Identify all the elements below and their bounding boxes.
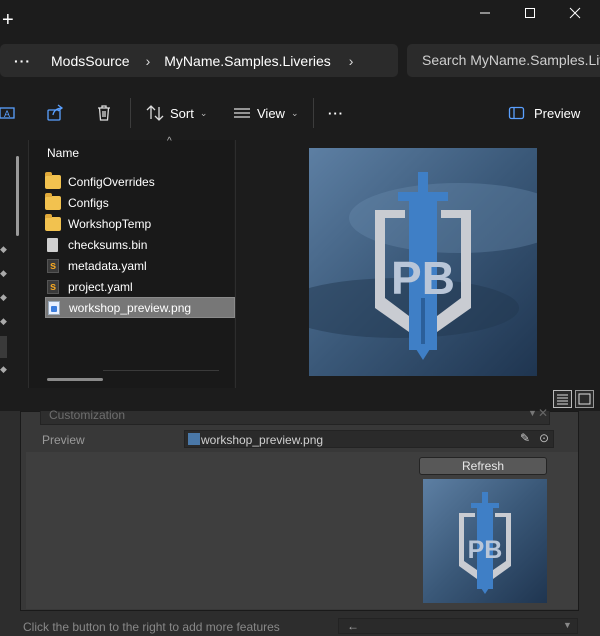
details-view-button[interactable] bbox=[553, 390, 572, 408]
title-bar: + bbox=[0, 0, 600, 40]
preview-pane-toggle[interactable]: Preview bbox=[508, 90, 580, 136]
list-item[interactable]: checksums.bin bbox=[45, 234, 235, 255]
list-item[interactable]: WorkshopTemp bbox=[45, 213, 235, 234]
remove-icon[interactable]: ✕ bbox=[538, 406, 548, 420]
bottom-bar: Click the button to the right to add mor… bbox=[0, 617, 600, 636]
preview-object-field[interactable]: workshop_preview.png ✎ ⊙ bbox=[184, 430, 554, 448]
chevron-right-icon[interactable]: › bbox=[349, 53, 354, 69]
breadcrumb-more-button[interactable]: ··· bbox=[14, 53, 31, 69]
nav-scrollbar-thumb[interactable] bbox=[16, 156, 19, 236]
share-icon bbox=[47, 104, 64, 121]
delete-button[interactable] bbox=[95, 90, 113, 136]
maximize-icon bbox=[525, 8, 535, 18]
view-icon bbox=[234, 108, 250, 118]
thumbnail-logo-text: PB bbox=[468, 536, 503, 564]
view-button[interactable]: View ⌄ bbox=[233, 90, 299, 136]
texture-icon bbox=[188, 433, 200, 445]
command-bar: A Sort ⌄ View ⌄ ··· Preview bbox=[0, 90, 600, 136]
share-button[interactable] bbox=[47, 90, 65, 136]
sort-label: Sort bbox=[170, 105, 194, 121]
sort-ascending-icon: ^ bbox=[167, 136, 172, 147]
pin-icon: ◆ bbox=[0, 268, 7, 278]
nav-item-selected[interactable] bbox=[0, 336, 7, 358]
list-item[interactable]: Configs bbox=[45, 192, 235, 213]
breadcrumb-modssource[interactable]: ModsSource bbox=[51, 53, 130, 69]
horizontal-scrollbar-thumb[interactable] bbox=[47, 378, 103, 381]
file-name: workshop_preview.png bbox=[69, 300, 192, 315]
image-file-icon bbox=[48, 300, 60, 315]
close-icon bbox=[569, 7, 581, 19]
dropdown-arrow-icon: ▼ bbox=[528, 408, 537, 418]
maximize-button[interactable] bbox=[507, 2, 553, 24]
chevron-down-icon: ⌄ bbox=[199, 107, 208, 118]
file-list: Name ^ ConfigOverrides Configs WorkshopT… bbox=[28, 136, 235, 388]
file-name: project.yaml bbox=[68, 279, 133, 294]
pin-icon: ◆ bbox=[0, 364, 7, 374]
list-item[interactable]: ConfigOverrides bbox=[45, 171, 235, 192]
preview-label: Preview bbox=[534, 105, 581, 121]
list-item[interactable]: s project.yaml bbox=[45, 276, 235, 297]
minimize-button[interactable] bbox=[462, 2, 508, 24]
rename-icon: A bbox=[0, 107, 15, 119]
chevron-right-icon[interactable]: › bbox=[146, 53, 151, 69]
add-feature-dropdown[interactable]: ← ▼ bbox=[338, 618, 578, 634]
yaml-file-icon: s bbox=[47, 279, 59, 294]
navigation-pane: ◆ ◆ ◆ ◆ ◆ bbox=[0, 140, 28, 388]
more-options-button[interactable]: ··· bbox=[328, 90, 344, 136]
column-header-name[interactable]: Name bbox=[47, 146, 79, 160]
tiles-view-button[interactable] bbox=[575, 390, 594, 408]
file-name: ConfigOverrides bbox=[68, 174, 155, 189]
toolbar-divider bbox=[313, 98, 314, 128]
close-button[interactable] bbox=[552, 2, 598, 24]
object-picker-icon[interactable]: ⊙ bbox=[539, 431, 549, 445]
preview-field-value: workshop_preview.png bbox=[201, 433, 324, 447]
list-item[interactable]: s metadata.yaml bbox=[45, 255, 235, 276]
breadcrumb-liveries[interactable]: MyName.Samples.Liveries bbox=[164, 53, 331, 69]
folder-icon bbox=[45, 171, 61, 189]
address-bar[interactable]: ··· ModsSource › MyName.Samples.Liveries… bbox=[0, 44, 398, 77]
svg-text:A: A bbox=[4, 109, 10, 119]
minimize-icon bbox=[480, 12, 490, 14]
sort-button[interactable]: Sort ⌄ bbox=[146, 90, 207, 136]
folder-icon bbox=[45, 213, 61, 231]
logo-text: PB bbox=[391, 252, 455, 304]
file-name: checksums.bin bbox=[68, 237, 148, 252]
new-tab-button[interactable]: + bbox=[2, 8, 14, 32]
dropdown-arrow-icon: ▼ bbox=[563, 620, 572, 630]
pin-icon: ◆ bbox=[0, 316, 7, 326]
file-icon bbox=[47, 237, 58, 252]
tiles-view-icon bbox=[578, 393, 591, 405]
toolbar-divider bbox=[130, 98, 131, 128]
file-name: metadata.yaml bbox=[68, 258, 147, 273]
refresh-button[interactable]: Refresh bbox=[419, 457, 547, 475]
preview-pane-icon bbox=[508, 106, 525, 120]
add-feature-value: ← bbox=[347, 619, 359, 633]
file-name: WorkshopTemp bbox=[68, 216, 152, 231]
list-item-selected[interactable]: workshop_preview.png bbox=[45, 297, 235, 318]
pin-icon: ◆ bbox=[0, 244, 7, 254]
trash-icon bbox=[98, 105, 110, 121]
file-name: Configs bbox=[68, 195, 109, 210]
preview-pane: PB bbox=[235, 140, 600, 388]
search-input[interactable]: Search MyName.Samples.Liveries bbox=[407, 44, 600, 77]
pencil-icon[interactable]: ✎ bbox=[520, 431, 530, 445]
preview-field-label: Preview bbox=[42, 433, 85, 447]
view-label: View bbox=[257, 105, 285, 121]
divider bbox=[103, 370, 219, 371]
rename-button[interactable]: A bbox=[0, 90, 18, 136]
chevron-down-icon: ⌄ bbox=[290, 107, 299, 118]
file-explorer-window: + ··· ModsSource › MyName.Samples.Liveri… bbox=[0, 0, 600, 411]
customization-dropdown[interactable]: Customization ▼ bbox=[40, 408, 550, 425]
folder-icon bbox=[45, 192, 61, 210]
pin-icon: ◆ bbox=[0, 292, 7, 302]
customization-placeholder: Customization bbox=[49, 408, 126, 422]
yaml-file-icon: s bbox=[47, 258, 59, 273]
logo-preview-image: PB bbox=[309, 148, 537, 376]
sort-icon bbox=[146, 105, 164, 121]
preview-thumbnail: PB bbox=[423, 479, 547, 603]
details-view-icon bbox=[557, 394, 568, 405]
add-features-hint: Click the button to the right to add mor… bbox=[23, 620, 280, 634]
